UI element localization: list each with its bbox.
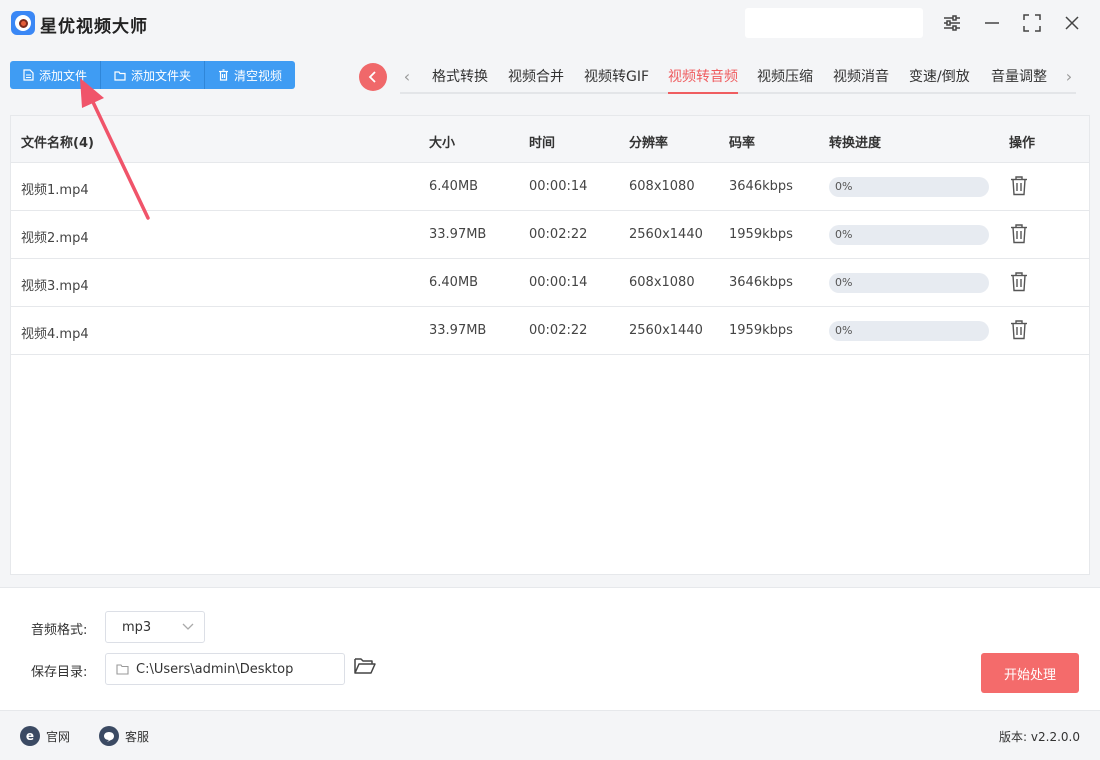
cell-size: 6.40MB [429,275,479,290]
tabs-scroll-left-icon[interactable]: ‹ [400,66,414,86]
trash-icon [219,69,229,81]
tab-video-mute[interactable]: 视频消音 [833,66,889,94]
cell-resolution: 2560x1440 [629,323,703,338]
cell-time: 00:00:14 [529,275,588,290]
browse-folder-icon[interactable] [354,657,376,675]
progress-text: 0% [835,276,853,289]
header-bitrate: 码率 [729,136,756,151]
app-title: 星优视频大师 [40,17,148,37]
cell-bitrate: 3646kbps [729,179,793,194]
cell-bitrate: 1959kbps [729,227,793,242]
delete-row-trash-icon[interactable] [1009,223,1029,245]
tab-video-to-gif[interactable]: 视频转GIF [584,66,649,94]
progress-bar: 0% [829,177,989,197]
tab-speed-reverse[interactable]: 变速/倒放 [909,66,970,94]
table-row[interactable]: 视频2.mp4 33.97MB 00:02:22 2560x1440 1959k… [11,211,1089,259]
title-search-box[interactable] [745,8,923,38]
progress-bar: 0% [829,273,989,293]
clear-videos-button[interactable]: 清空视频 [205,61,296,89]
cell-size: 33.97MB [429,323,487,338]
save-dir-value: C:\Users\admin\Desktop [136,662,294,677]
cell-file-name: 视频4.mp4 [21,327,89,342]
table-row[interactable]: 视频3.mp4 6.40MB 00:00:14 608x1080 3646kbp… [11,259,1089,307]
tabs-scroll-right-icon[interactable]: › [1062,66,1076,86]
progress-bar: 0% [829,321,989,341]
table-row[interactable]: 视频1.mp4 6.40MB 00:00:14 608x1080 3646kbp… [11,163,1089,211]
tab-video-to-audio[interactable]: 视频转音频 [668,66,738,94]
file-table: 文件名称(4) 大小 时间 分辨率 码率 转换进度 操作 视频1.mp4 6.4… [10,115,1090,575]
cell-size: 6.40MB [429,179,479,194]
title-bar: 星优视频大师 [0,0,1100,48]
output-settings-panel: 音频格式: mp3 保存目录: C:\Users\admin\Desktop 开… [0,587,1100,711]
tab-video-compress[interactable]: 视频压缩 [757,66,813,94]
website-link[interactable]: e 官网 [20,726,70,746]
header-action: 操作 [1009,136,1036,151]
tab-volume-adjust[interactable]: 音量调整 [991,66,1047,94]
chat-bubble-icon [99,726,119,746]
footer: e 官网 客服 版本: v2.2.0.0 [0,712,1100,760]
delete-row-trash-icon[interactable] [1009,175,1029,197]
audio-format-label: 音频格式: [31,623,88,638]
minimize-icon[interactable] [979,10,1005,36]
cell-resolution: 608x1080 [629,179,695,194]
version-value: v2.2.0.0 [1030,730,1080,744]
cell-resolution: 2560x1440 [629,227,703,242]
table-row[interactable]: 视频4.mp4 33.97MB 00:02:22 2560x1440 1959k… [11,307,1089,355]
audio-format-value: mp3 [122,620,152,635]
progress-bar: 0% [829,225,989,245]
version-info: 版本: v2.2.0.0 [999,728,1080,745]
cell-time: 00:02:22 [529,323,588,338]
progress-text: 0% [835,324,853,337]
cell-resolution: 608x1080 [629,275,695,290]
support-link[interactable]: 客服 [99,726,149,746]
chevron-left-icon [368,71,376,83]
header-progress: 转换进度 [829,136,882,151]
table-header: 文件名称(4) 大小 时间 分辨率 码率 转换进度 操作 [11,116,1089,163]
progress-text: 0% [835,180,853,193]
start-processing-button[interactable]: 开始处理 [981,653,1079,693]
tab-video-merge[interactable]: 视频合并 [508,66,564,94]
app-logo-icon [11,11,35,35]
settings-sliders-icon[interactable] [939,10,965,36]
support-label: 客服 [125,729,150,744]
cell-bitrate: 3646kbps [729,275,793,290]
delete-row-trash-icon[interactable] [1009,319,1029,341]
chevron-down-icon [182,623,194,630]
cell-file-name: 视频2.mp4 [21,231,89,246]
version-label: 版本: [999,730,1028,744]
file-icon [23,69,34,81]
annotation-arrow-icon [80,78,150,220]
cell-time: 00:00:14 [529,179,588,194]
cell-size: 33.97MB [429,227,487,242]
maximize-icon[interactable] [1019,10,1045,36]
header-resolution: 分辨率 [629,136,669,151]
website-label: 官网 [46,729,71,744]
collapse-nav-button[interactable] [359,63,387,91]
tab-format-convert[interactable]: 格式转换 [432,66,488,94]
save-dir-input[interactable]: C:\Users\admin\Desktop [105,653,345,685]
close-icon[interactable] [1059,10,1085,36]
audio-format-select[interactable]: mp3 [105,611,205,643]
header-size: 大小 [429,136,456,151]
header-time: 时间 [529,136,556,151]
folder-icon [116,664,129,675]
cell-time: 00:02:22 [529,227,588,242]
cell-bitrate: 1959kbps [729,323,793,338]
delete-row-trash-icon[interactable] [1009,271,1029,293]
cell-file-name: 视频3.mp4 [21,279,89,294]
clear-videos-label: 清空视频 [234,68,283,83]
save-dir-label: 保存目录: [31,665,88,680]
progress-text: 0% [835,228,853,241]
ie-browser-icon: e [20,726,40,746]
feature-tabs: ‹ 格式转换 视频合并 视频转GIF 视频转音频 视频压缩 视频消音 变速/倒放… [400,60,1076,94]
